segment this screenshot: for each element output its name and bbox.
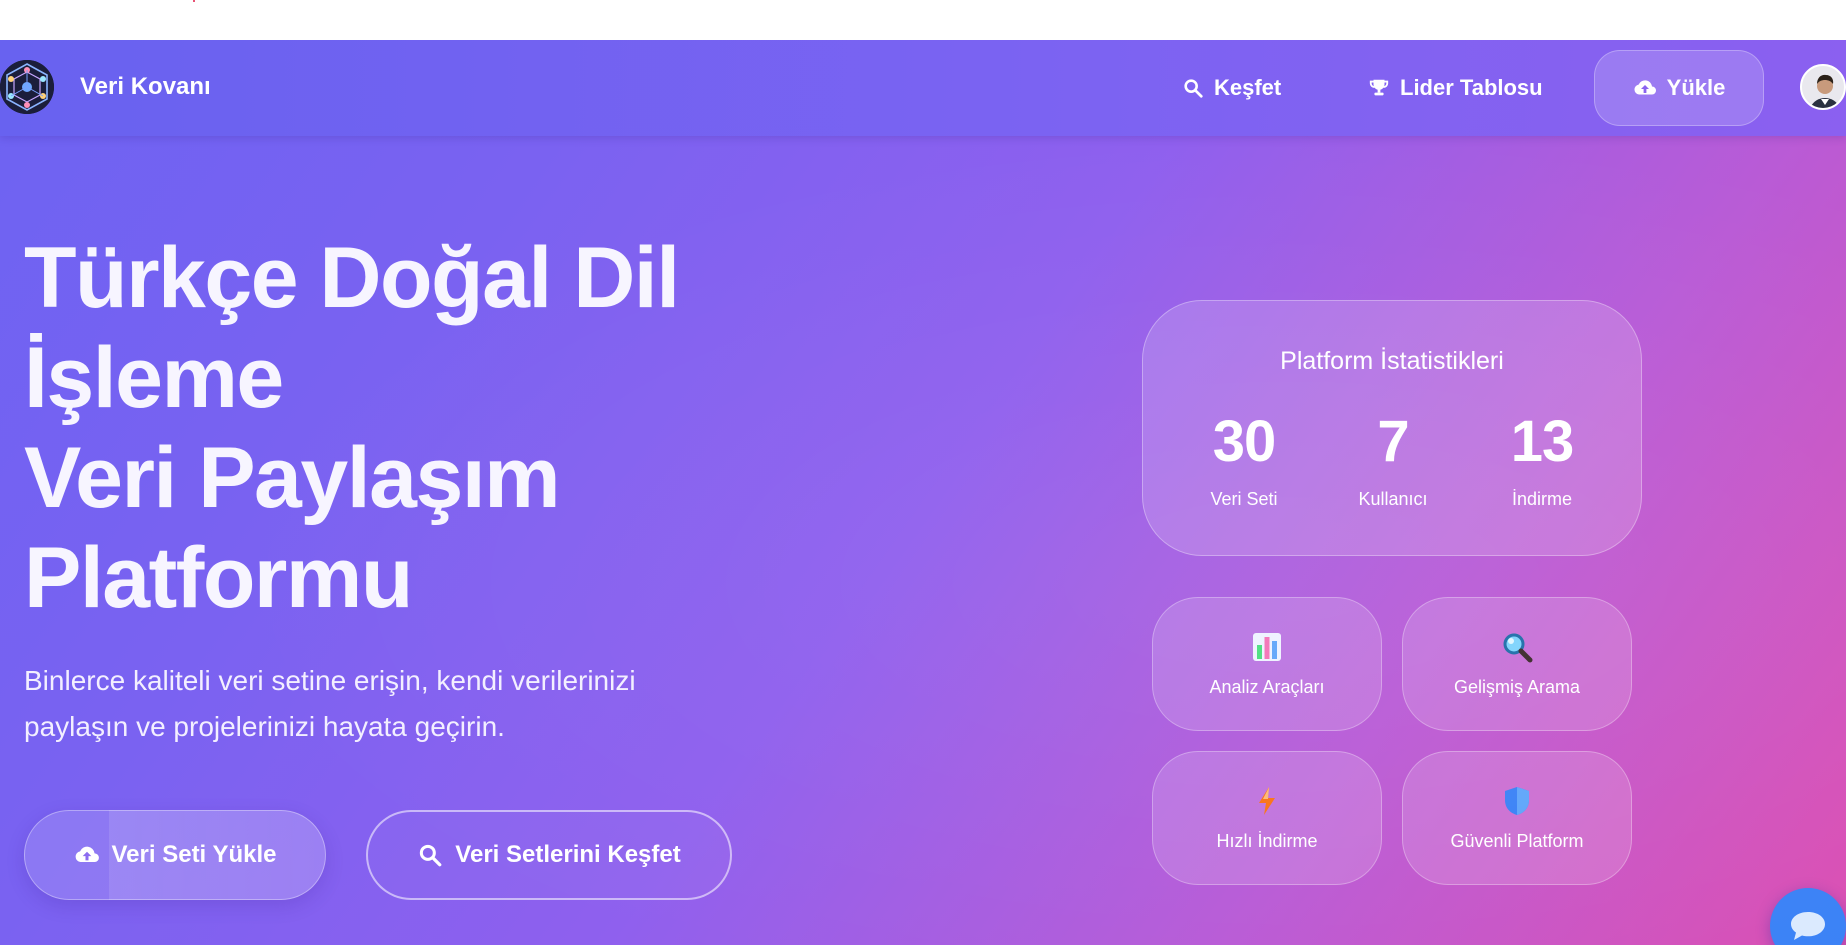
feature-fast-download[interactable]: Hızlı İndirme bbox=[1152, 751, 1382, 885]
hero-title-line: Türkçe Doğal Dil bbox=[24, 230, 680, 326]
bar-chart-icon bbox=[1253, 632, 1281, 661]
brand-name[interactable]: Veri Kovanı bbox=[80, 73, 211, 101]
platform-stats-card: Platform İstatistikleri 30 Veri Seti 7 K… bbox=[1142, 300, 1642, 556]
stat-value: 30 bbox=[1212, 409, 1277, 474]
cloud-upload-icon bbox=[1634, 80, 1656, 95]
user-avatar[interactable] bbox=[1800, 64, 1846, 110]
app-root: Veri Kovanı Keşfet Lider Tablosu Yükle T… bbox=[0, 40, 1846, 945]
navbar: Veri Kovanı Keşfet Lider Tablosu Yükle bbox=[0, 40, 1846, 136]
stat-label: Veri Seti bbox=[1210, 489, 1278, 509]
feature-label: Gelişmiş Arama bbox=[1453, 676, 1581, 697]
feature-label: Analiz Araçları bbox=[1209, 676, 1325, 697]
feature-analysis-tools[interactable]: Analiz Araçları bbox=[1152, 597, 1382, 731]
nav-upload-label: Yükle bbox=[1666, 75, 1726, 100]
stat-value: 7 bbox=[1377, 409, 1409, 474]
nav-leaderboard-label: Lider Tablosu bbox=[1400, 75, 1543, 100]
search-icon bbox=[1184, 79, 1203, 98]
nav-explore-label: Keşfet bbox=[1214, 75, 1282, 100]
stat-downloads: 13 İndirme bbox=[1462, 411, 1622, 510]
hero-title-line: İşleme bbox=[24, 330, 284, 426]
cloud-upload-icon bbox=[75, 846, 99, 863]
stat-label: İndirme bbox=[1511, 489, 1573, 509]
search-icon bbox=[420, 844, 442, 867]
hero-subtitle-line: Binlerce kaliteli veri setine erişin, ke… bbox=[24, 665, 636, 696]
stat-value: 13 bbox=[1510, 409, 1575, 474]
lightning-icon bbox=[1259, 786, 1275, 815]
stat-users: 7 Kullanıcı bbox=[1313, 411, 1473, 510]
chat-bubble-icon bbox=[1791, 912, 1825, 940]
stat-label: Kullanıcı bbox=[1358, 489, 1428, 509]
browser-top-strip bbox=[0, 0, 1846, 40]
chat-button[interactable] bbox=[1770, 888, 1846, 945]
feature-advanced-search[interactable]: Gelişmiş Arama bbox=[1402, 597, 1632, 731]
feature-secure-platform[interactable]: Güvenli Platform bbox=[1402, 751, 1632, 885]
nav-upload-button[interactable]: Yükle bbox=[1594, 50, 1764, 126]
hero-title: Türkçe Doğal Dil İşleme Veri Paylaşım Pl… bbox=[24, 228, 784, 628]
nav-leaderboard-link[interactable]: Lider Tablosu bbox=[1368, 68, 1543, 108]
marker-dot bbox=[193, 0, 195, 2]
stats-title: Platform İstatistikleri bbox=[1280, 347, 1504, 375]
magnifier-icon bbox=[1503, 633, 1533, 662]
shield-icon bbox=[1505, 786, 1529, 815]
logo-icon[interactable] bbox=[0, 60, 54, 114]
hero-subtitle-line: paylaşın ve projelerinizi hayata geçirin… bbox=[24, 711, 505, 742]
hero-subtitle: Binlerce kaliteli veri setine erişin, ke… bbox=[24, 658, 764, 750]
stat-datasets: 30 Veri Seti bbox=[1164, 411, 1324, 510]
feature-label: Hızlı İndirme bbox=[1216, 830, 1318, 851]
upload-dataset-button[interactable]: Veri Seti Yükle bbox=[24, 810, 326, 900]
hero-title-line: Veri Paylaşım bbox=[24, 430, 561, 526]
explore-datasets-button[interactable]: Veri Setlerini Keşfet bbox=[366, 810, 732, 900]
feature-label: Güvenli Platform bbox=[1450, 830, 1584, 851]
trophy-icon bbox=[1369, 79, 1389, 96]
upload-dataset-label: Veri Seti Yükle bbox=[111, 841, 277, 868]
hero-title-line: Platformu bbox=[24, 530, 413, 626]
nav-explore-link[interactable]: Keşfet bbox=[1182, 68, 1281, 108]
explore-datasets-label: Veri Setlerini Keşfet bbox=[455, 841, 681, 868]
